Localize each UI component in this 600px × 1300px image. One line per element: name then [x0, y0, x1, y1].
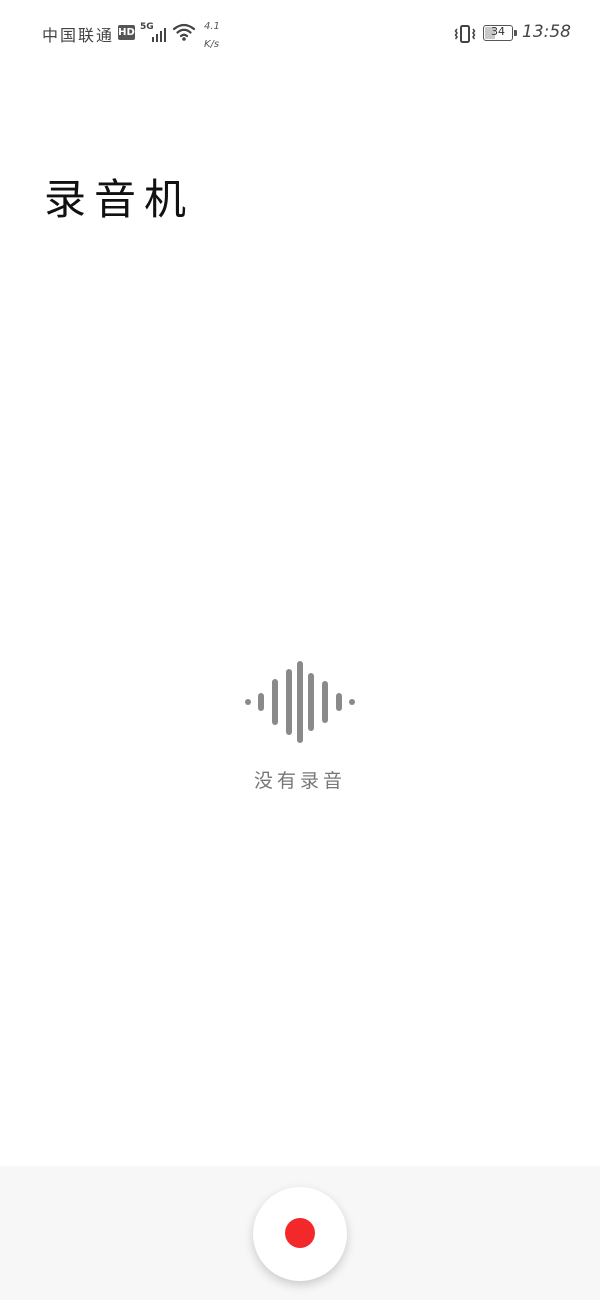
status-time: 13:58 [522, 22, 571, 42]
waveform-icon [245, 661, 355, 743]
empty-message: 没有录音 [253, 770, 346, 792]
page-title: 录音机 [44, 175, 195, 224]
battery-level: 34 [491, 25, 505, 38]
network-type: 5G [140, 22, 154, 32]
record-button[interactable] [253, 1187, 347, 1281]
vibrate-icon [454, 25, 476, 43]
carrier-name: 中国联通 [42, 26, 115, 45]
recorder-screen: 中国联通 HD 5G 4.1 K/s 34 13:58 录音机 没有录音 [0, 0, 600, 1300]
network-speed: 4.1 K/s [204, 18, 220, 54]
empty-state: 没有录音 [0, 660, 600, 793]
speed-unit: K/s [204, 39, 220, 50]
status-bar: 中国联通 HD 5G 4.1 K/s 34 13:58 [0, 0, 600, 68]
record-dot-icon [285, 1218, 315, 1248]
signal-icon: 5G [140, 22, 170, 44]
wifi-icon [172, 23, 196, 41]
speed-value: 4.1 [204, 21, 220, 32]
battery-icon: 34 [483, 25, 517, 41]
hd-icon: HD [118, 25, 135, 40]
